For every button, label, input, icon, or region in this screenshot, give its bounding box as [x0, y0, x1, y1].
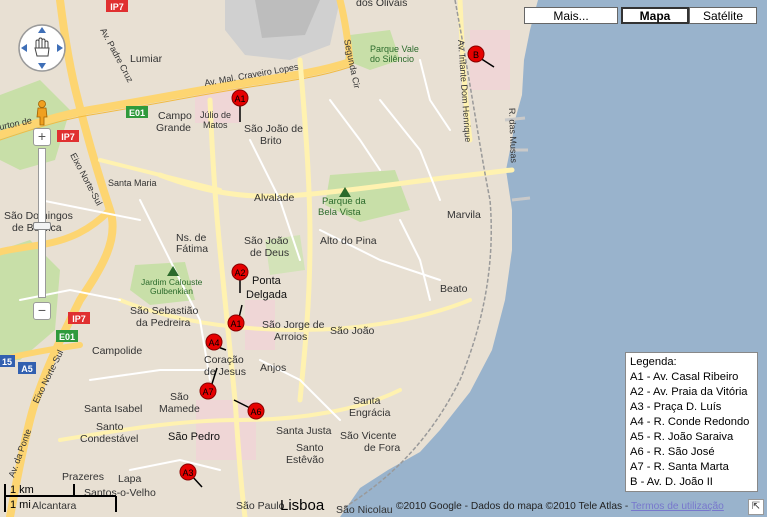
expand-corner-icon[interactable]: ⇱	[748, 499, 764, 515]
legend-item: A1 - Av. Casal Ribeiro	[630, 371, 739, 383]
legend-item: A4 - R. Conde Redondo	[630, 416, 750, 428]
label-da-pedreira: da Pedreira	[136, 317, 190, 329]
shield-label: A5	[21, 364, 33, 374]
road-shield-e01-low: E01	[56, 330, 78, 342]
shield-label: 15	[2, 357, 12, 367]
legend-item: A2 - Av. Praia da Vitória	[630, 386, 748, 398]
label-gulbenkian: Gulbenkian	[150, 286, 193, 296]
legend-box: Legenda: A1 - Av. Casal Ribeiro A2 - Av.…	[625, 352, 758, 492]
label-brito: Brito	[260, 135, 282, 147]
marker-label: A1	[234, 94, 245, 104]
legend-title: Legenda:	[630, 356, 677, 368]
shield-label: IP7	[61, 132, 75, 142]
label-delgada: Delgada	[246, 289, 288, 301]
label-ponta: Ponta	[252, 275, 282, 287]
road-shield-e01-top: E01	[126, 106, 148, 118]
label-sao-jorge: São Jorge de	[262, 319, 325, 331]
street-view-pegman-icon[interactable]	[32, 100, 52, 126]
label-de-jesus: de Jesus	[204, 366, 246, 378]
label-sao-joao-de: São João de	[244, 123, 303, 135]
label-sao-vicente-2: de Fora	[364, 442, 400, 454]
label-alvalade: Alvalade	[254, 192, 294, 204]
scale-km-label: 1 km	[10, 484, 34, 496]
label-santa-engracia-1: Santa	[353, 395, 381, 407]
label-alto-do-pina: Alto do Pina	[320, 235, 377, 247]
legend-item: A3 - Praça D. Luís	[630, 401, 722, 413]
label-sao-nicolau: São Nicolau	[336, 504, 393, 516]
label-santo-condestavel-2: Condestável	[80, 433, 138, 445]
label-campolide: Campolide	[92, 345, 142, 357]
marker-label: A1	[230, 319, 241, 329]
label-sao-joao-3: São João	[330, 325, 375, 337]
terms-link[interactable]: Termos de utilização	[631, 501, 724, 512]
road-shield-ip7-mid: IP7	[57, 130, 79, 142]
label-matos: Matos	[203, 120, 228, 130]
shield-label: IP7	[110, 2, 124, 12]
label-parque-da: Parque da	[322, 196, 367, 207]
label-marvila: Marvila	[447, 209, 481, 221]
more-button[interactable]: Mais...	[524, 7, 618, 24]
label-santo-condestavel-1: Santo	[96, 421, 124, 433]
marker-label: A2	[234, 268, 245, 278]
label-sao-mamede-2: Mamede	[159, 403, 200, 415]
label-r-das-musas: R. das Musas	[507, 108, 519, 164]
label-santo-estevao-1: Santo	[296, 442, 324, 454]
label-santa-engracia-2: Engrácia	[349, 407, 391, 419]
label-lisboa: Lisboa	[280, 497, 325, 514]
label-bela-vista: Bela Vista	[318, 207, 361, 218]
scale-mi-label: 1 mi	[10, 499, 31, 511]
legend-item: A7 - R. Santa Marta	[630, 461, 729, 473]
label-julio: Júlio de	[200, 110, 231, 120]
road-shield-ip7-low: IP7	[68, 312, 90, 324]
marker-label: A4	[208, 338, 219, 348]
map-type-map-button[interactable]: Mapa	[621, 7, 689, 24]
copyright-label: ©2010 Google - Dados do mapa ©2010 Tele …	[396, 501, 629, 512]
pan-control[interactable]	[17, 23, 67, 73]
label-sao-pedro: São Pedro	[168, 431, 220, 443]
legend-item: A6 - R. São José	[630, 446, 715, 458]
marker-label: A6	[250, 407, 261, 417]
label-santo-estevao-2: Estêvão	[286, 454, 324, 466]
label-santa-maria: Santa Maria	[108, 178, 157, 188]
label-santa-justa: Santa Justa	[276, 425, 332, 437]
label-do-silencio: do Silêncio	[370, 54, 414, 64]
hand-pan-icon	[34, 37, 50, 57]
label-coracao: Coração	[204, 354, 244, 366]
marker-label: A3	[182, 468, 193, 478]
zoom-out-button[interactable]: −	[33, 302, 51, 320]
zoom-in-button[interactable]: +	[33, 128, 51, 146]
label-grande: Grande	[156, 122, 191, 134]
label-de-deus: de Deus	[250, 247, 289, 259]
label-beato: Beato	[440, 283, 468, 295]
label-sao-joao-2: São João	[244, 235, 289, 247]
label-sao-vicente-1: São Vicente	[340, 430, 397, 442]
legend-item: B - Av. D. João II	[630, 476, 713, 488]
label-lumiar: Lumiar	[130, 53, 163, 65]
shield-label: E01	[59, 332, 75, 342]
legend-item: A5 - R. João Saraiva	[630, 431, 734, 443]
label-parque-vale: Parque Vale	[370, 44, 419, 54]
label-sao-paulo: São Paulo	[236, 500, 285, 512]
label-dos-olivais: dos Olivais	[356, 0, 407, 9]
map-type-satellite-button[interactable]: Satélite	[689, 7, 757, 24]
road-shield-a5: A5	[18, 362, 36, 374]
zoom-slider-thumb[interactable]	[33, 222, 51, 230]
shield-label: E01	[129, 108, 145, 118]
label-anjos: Anjos	[260, 362, 286, 374]
urban-block	[196, 400, 256, 460]
marker-label: B	[473, 50, 479, 60]
label-sao-mamede-1: São	[170, 391, 189, 403]
road-shield-ip7-top: IP7	[106, 0, 128, 12]
label-campo: Campo	[158, 110, 192, 122]
copyright-text: ©2010 Google - Dados do mapa ©2010 Tele …	[396, 501, 724, 512]
shield-label: IP7	[72, 314, 86, 324]
label-arroios: Arroios	[274, 331, 307, 343]
marker-label: A7	[202, 387, 213, 397]
label-sao-sebastiao: São Sebastião	[130, 305, 198, 317]
label-santa-isabel: Santa Isabel	[84, 403, 142, 415]
label-fatima: Fátima	[176, 243, 208, 255]
road-shield-15: 15	[0, 355, 15, 367]
